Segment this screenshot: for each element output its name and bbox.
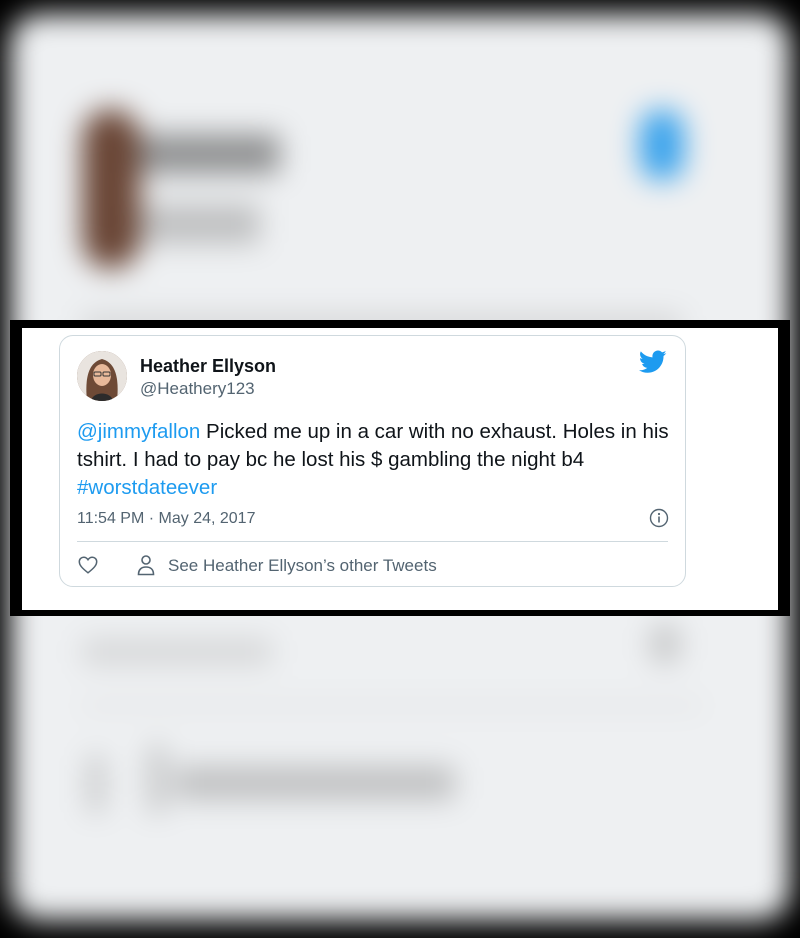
blurred-avatar — [82, 109, 140, 269]
blurred-bird-icon — [640, 110, 684, 180]
avatar[interactable] — [77, 351, 127, 401]
author-handle[interactable]: @Heathery123 — [140, 379, 255, 399]
person-icon[interactable] — [136, 554, 156, 576]
heart-icon[interactable] — [77, 554, 99, 576]
tweet-text: @jimmyfallon Picked me up in a car with … — [77, 418, 677, 502]
blurred-text-line — [82, 639, 272, 665]
author-name[interactable]: Heather Ellyson — [140, 356, 276, 377]
avatar-photo — [77, 351, 127, 401]
divider — [77, 541, 668, 542]
blurred-name — [140, 134, 280, 174]
blurred-handle — [140, 204, 260, 244]
info-icon[interactable] — [649, 508, 669, 528]
tweet-timestamp[interactable]: 11:54 PM · May 24, 2017 — [77, 510, 255, 528]
hashtag-link[interactable]: #worstdateever — [77, 476, 217, 499]
blurred-see-link — [175, 766, 455, 800]
mention-link[interactable]: @jimmyfallon — [77, 420, 200, 443]
twitter-bird-icon[interactable] — [639, 350, 667, 374]
see-other-tweets-link[interactable]: See Heather Ellyson’s other Tweets — [168, 556, 437, 576]
tweet-card[interactable]: Heather Ellyson @Heathery123 @jimmyfallo… — [59, 335, 686, 587]
blurred-info-icon — [650, 624, 680, 664]
blurred-heart-icon — [88, 754, 104, 814]
blurred-divider — [82, 704, 702, 707]
blurred-person-icon — [148, 744, 166, 814]
